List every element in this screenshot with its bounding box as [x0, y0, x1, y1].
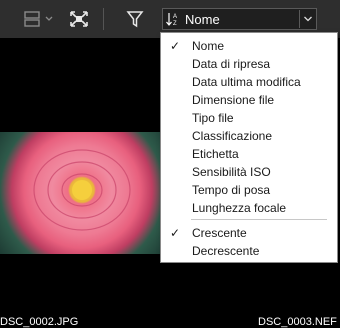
fit-to-screen-icon: [70, 11, 88, 27]
filter-button[interactable]: [123, 7, 147, 31]
menu-item-sort-label[interactable]: Etichetta: [161, 145, 337, 163]
grid-view-icon: [24, 11, 53, 27]
menu-item-sort-date-modified[interactable]: Data ultima modifica: [161, 73, 337, 91]
menu-item-sort-file-size[interactable]: Dimensione file: [161, 91, 337, 109]
svg-text:A: A: [173, 14, 177, 20]
menu-item-order-ascending[interactable]: ✓ Crescente: [161, 224, 337, 242]
menu-item-sort-rating[interactable]: Classificazione: [161, 127, 337, 145]
view-grid-button[interactable]: [22, 7, 56, 31]
menu-separator: [191, 219, 327, 220]
thumbnail-filename: DSC_0003.NEF: [258, 316, 337, 328]
thumbnail-image-dahlia[interactable]: [0, 132, 160, 254]
menu-item-sort-file-type[interactable]: Tipo file: [161, 109, 337, 127]
menu-item-sort-focal-length[interactable]: Lunghezza focale: [161, 199, 337, 217]
filter-icon: [126, 11, 144, 28]
sort-menu: ✓ Nome Data di ripresa Data ultima modif…: [160, 32, 338, 263]
chevron-down-icon[interactable]: [299, 10, 316, 28]
toolbar-divider: [103, 8, 104, 30]
menu-item-order-descending[interactable]: Decrescente: [161, 242, 337, 260]
menu-item-sort-name[interactable]: ✓ Nome: [161, 37, 337, 55]
menu-item-sort-date-taken[interactable]: Data di ripresa: [161, 55, 337, 73]
thumbnail-filename: DSC_0002.JPG: [0, 316, 79, 328]
checkmark-icon: ✓: [170, 39, 181, 53]
dahlia-flower-image: [33, 149, 131, 231]
fit-screen-button[interactable]: [66, 7, 92, 31]
checkmark-icon: ✓: [170, 226, 181, 240]
menu-item-sort-shutter-speed[interactable]: Tempo di posa: [161, 181, 337, 199]
sort-dropdown-value: Nome: [185, 11, 220, 27]
sort-dropdown[interactable]: A Z Nome: [162, 8, 317, 30]
svg-text:Z: Z: [173, 21, 177, 27]
menu-item-sort-iso[interactable]: Sensibilità ISO: [161, 163, 337, 181]
sort-ascending-icon: A Z: [163, 9, 185, 29]
